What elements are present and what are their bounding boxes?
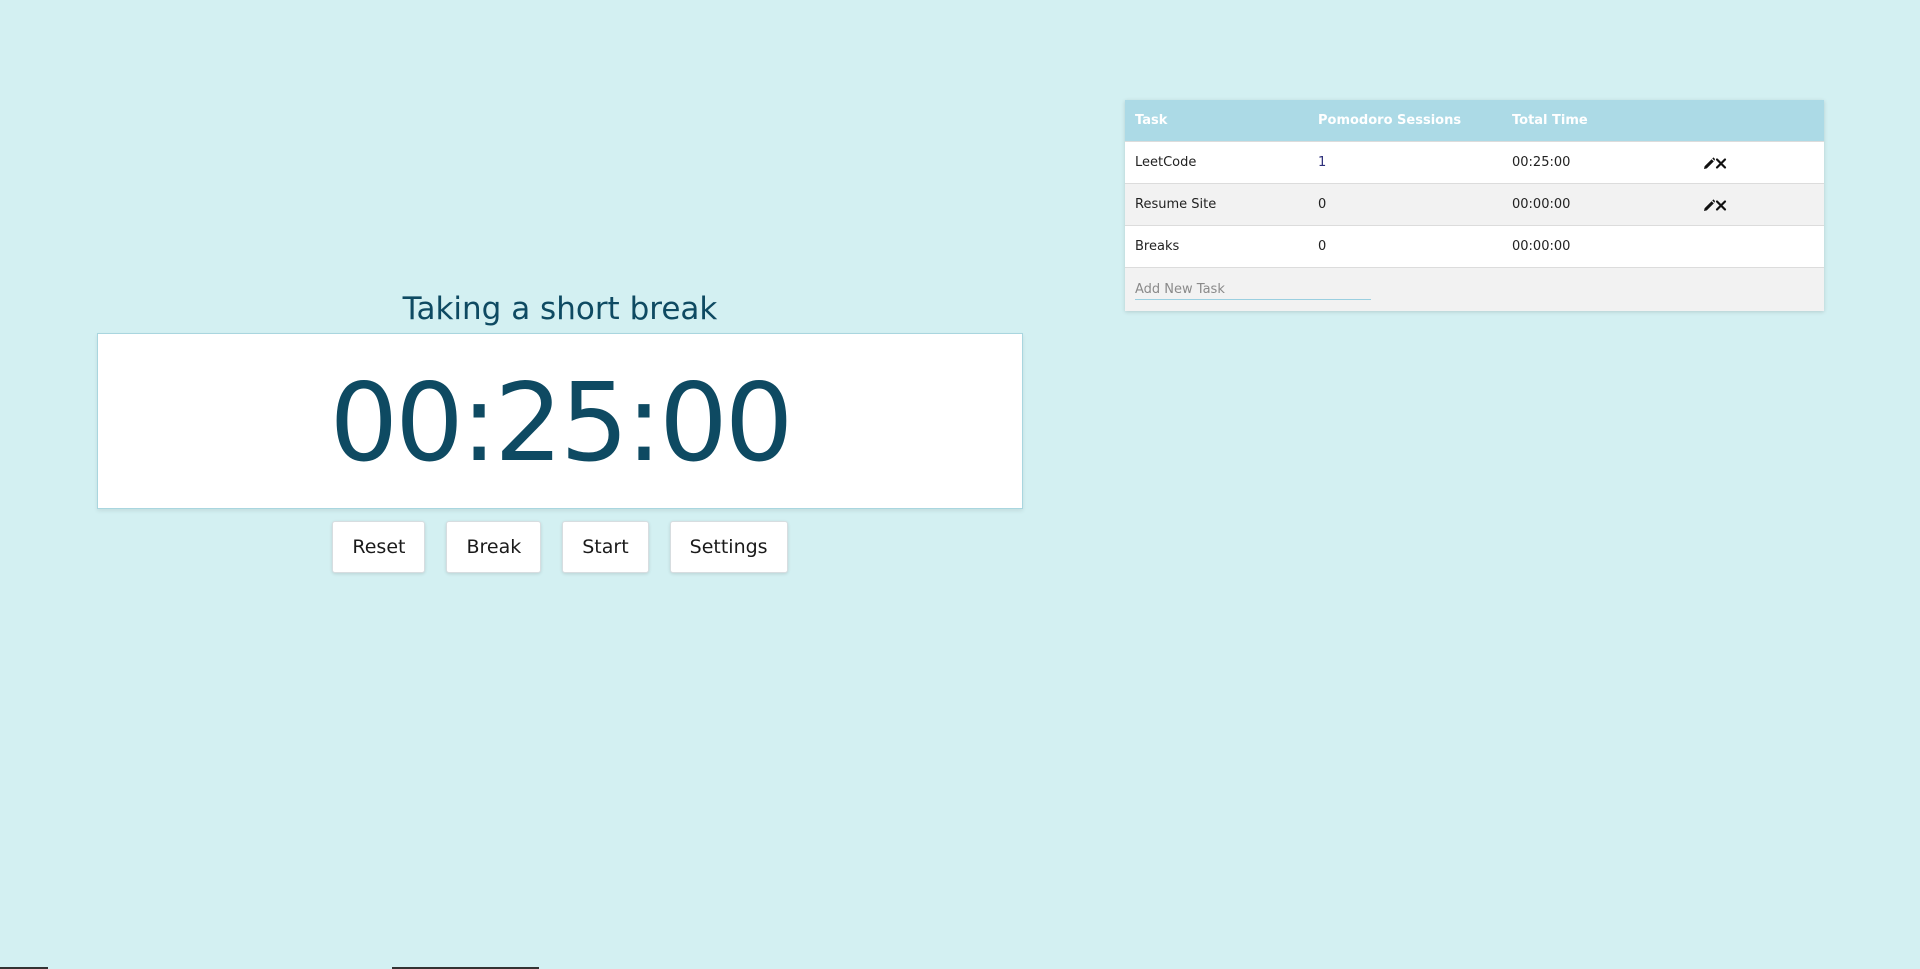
task-actions <box>1693 183 1824 226</box>
header-total-time: Total Time <box>1502 100 1693 142</box>
task-sessions: 1 <box>1308 141 1502 184</box>
close-icon[interactable] <box>1715 156 1727 170</box>
task-sessions: 0 <box>1308 183 1502 226</box>
pencil-icon[interactable] <box>1703 198 1715 212</box>
start-button[interactable]: Start <box>562 521 649 573</box>
table-header-row: Task Pomodoro Sessions Total Time <box>1125 100 1824 142</box>
timer-controls: Reset Break Start Settings <box>97 521 1023 573</box>
reset-button[interactable]: Reset <box>332 521 426 573</box>
timer-status-title: Taking a short break <box>402 291 718 327</box>
add-task-cell <box>1125 267 1824 311</box>
timer-display-box: 00:25:00 <box>97 333 1023 509</box>
task-name: LeetCode <box>1125 141 1308 184</box>
close-icon[interactable] <box>1715 198 1727 212</box>
timer-display: 00:25:00 <box>329 361 793 486</box>
pencil-icon[interactable] <box>1703 156 1715 170</box>
task-actions <box>1693 225 1824 268</box>
task-table: Task Pomodoro Sessions Total Time LeetCo… <box>1125 100 1824 311</box>
header-actions <box>1693 100 1824 142</box>
task-total-time: 00:00:00 <box>1502 225 1693 268</box>
task-total-time: 00:25:00 <box>1502 141 1693 184</box>
task-table-panel: Task Pomodoro Sessions Total Time LeetCo… <box>1125 100 1824 311</box>
pomodoro-page: Taking a short break 00:25:00 Reset Brea… <box>0 0 1920 969</box>
table-row: Resume Site 0 00:00:00 <box>1125 183 1824 226</box>
break-button[interactable]: Break <box>446 521 542 573</box>
settings-button[interactable]: Settings <box>669 521 788 573</box>
table-row: LeetCode 1 00:25:00 <box>1125 141 1824 184</box>
task-total-time: 00:00:00 <box>1502 183 1693 226</box>
header-sessions: Pomodoro Sessions <box>1308 100 1502 142</box>
task-actions <box>1693 141 1824 184</box>
add-task-input[interactable] <box>1135 279 1371 300</box>
timer-section: Taking a short break 00:25:00 Reset Brea… <box>97 285 1023 573</box>
task-name: Resume Site <box>1125 183 1308 226</box>
task-sessions: 0 <box>1308 225 1502 268</box>
task-name: Breaks <box>1125 225 1308 268</box>
table-row: Breaks 0 00:00:00 <box>1125 225 1824 268</box>
add-task-row <box>1125 267 1824 311</box>
header-task: Task <box>1125 100 1308 142</box>
